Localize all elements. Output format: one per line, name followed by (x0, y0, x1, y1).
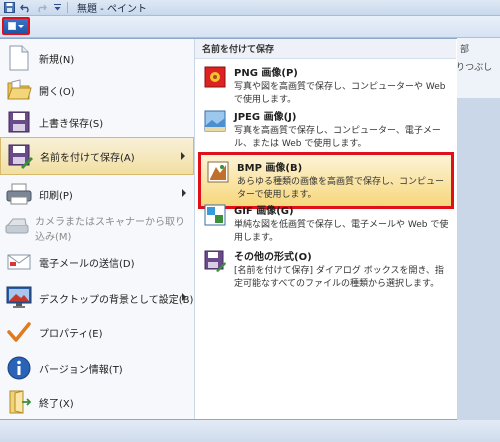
save-disk-icon (3, 106, 35, 138)
save-as-title: その他の形式(O) (234, 252, 312, 263)
ribbon-remnant: 部 りつぶし (454, 38, 500, 98)
ribbon (0, 16, 500, 38)
menu-item-label: 開く(O) (39, 86, 75, 98)
window-title: 無題 - ペイント (77, 4, 147, 15)
menu-item-label: 名前を付けて保存(A) (40, 152, 135, 164)
checkmark-properties-icon (3, 316, 35, 348)
other-formats-icon (204, 250, 226, 272)
menu-item-email[interactable]: 電子メールの送信(D) (0, 243, 194, 281)
email-icon (3, 246, 35, 278)
printer-icon (3, 178, 35, 210)
dropdown-arrow-icon (18, 24, 24, 28)
menu-item-save[interactable]: 上書き保存(S) (0, 103, 194, 141)
menu-item-print[interactable]: 印刷(P) (0, 175, 194, 213)
save-as-title: GIF 画像(G) (234, 206, 294, 217)
menu-item-exit[interactable]: 終了(X) (0, 383, 194, 421)
undo-icon[interactable] (18, 1, 32, 14)
save-as-title: BMP 画像(B) (237, 163, 303, 174)
menu-item-desktop-background[interactable]: デスクトップの背景として設定(B) (0, 279, 194, 317)
save-as-title: PNG 画像(P) (234, 68, 298, 79)
customize-quick-access-icon[interactable] (50, 1, 64, 14)
exit-icon (3, 386, 35, 418)
new-document-icon (3, 42, 35, 74)
submenu-arrow-icon (182, 293, 186, 301)
info-icon (3, 352, 35, 384)
scanner-icon (3, 212, 31, 244)
menu-item-label: 上書き保存(S) (39, 118, 104, 130)
save-as-description: 単純な図を低画質で保存し、電子メールや Web で使用します。 (234, 220, 449, 243)
jpeg-image-icon (204, 110, 226, 132)
menu-item-label: 電子メールの送信(D) (39, 258, 135, 270)
bmp-image-icon (207, 161, 229, 183)
menu-item-label: カメラまたはスキャナーから取り込み(M) (35, 217, 185, 243)
submenu-arrow-icon (181, 152, 185, 160)
menu-item-about[interactable]: バージョン情報(T) (0, 349, 194, 387)
save-as-jpeg[interactable]: JPEG 画像(J) 写真を高画質で保存し、コンピューター、電子メール、または … (198, 104, 454, 155)
menu-item-scanner[interactable]: カメラまたはスキャナーから取り込み(M) (0, 209, 194, 247)
menu-item-label: 終了(X) (39, 398, 74, 410)
save-as-icon (4, 140, 36, 172)
submenu-arrow-icon (182, 189, 186, 197)
gif-image-icon (204, 204, 226, 226)
save-as-description: [名前を付けて保存] ダイアログ ボックスを開き、指定可能なすべてのファイルの種… (234, 266, 444, 289)
separator (67, 2, 68, 13)
paint-menu-button[interactable] (2, 17, 30, 35)
save-as-submenu: 名前を付けて保存 PNG 画像(P) 写真や図を高画質で保存し、コンピューターや… (194, 39, 457, 419)
status-strip (0, 420, 500, 442)
ribbon-remnant-label-1: 部 (460, 45, 470, 55)
title-bar: 無題 - ペイント (0, 0, 500, 16)
menu-item-label: 新規(N) (39, 54, 75, 66)
menu-item-label: プロパティ(E) (39, 328, 103, 340)
save-as-description: 写真を高画質で保存し、コンピューター、電子メール、または Web で使用します。 (234, 126, 441, 149)
document-icon (8, 22, 16, 30)
menu-left-pane: 新規(N) 開く(O) 上書き保存(S) 名前を付けて保存(A) 印刷(P) カ… (0, 39, 194, 419)
submenu-header: 名前を付けて保存 (195, 39, 456, 59)
save-as-title: JPEG 画像(J) (234, 112, 297, 123)
save-as-other[interactable]: その他の形式(O) [名前を付けて保存] ダイアログ ボックスを開き、指定可能な… (198, 244, 454, 295)
ribbon-remnant-label-2: りつぶし (456, 63, 493, 73)
menu-item-label: バージョン情報(T) (39, 364, 123, 376)
png-image-icon (204, 66, 226, 88)
menu-item-label: デスクトップの背景として設定(B) (39, 294, 194, 306)
menu-item-properties[interactable]: プロパティ(E) (0, 313, 194, 351)
save-quick-icon[interactable] (2, 1, 16, 14)
menu-item-label: 印刷(P) (39, 190, 73, 202)
redo-icon[interactable] (34, 1, 48, 14)
desktop-background-icon (3, 282, 35, 314)
open-folder-icon (3, 74, 35, 106)
menu-item-save-as[interactable]: 名前を付けて保存(A) (0, 137, 194, 175)
application-menu: 新規(N) 開く(O) 上書き保存(S) 名前を付けて保存(A) 印刷(P) カ… (0, 38, 457, 420)
save-as-gif[interactable]: GIF 画像(G) 単純な図を低画質で保存し、電子メールや Web で使用します… (198, 198, 454, 249)
